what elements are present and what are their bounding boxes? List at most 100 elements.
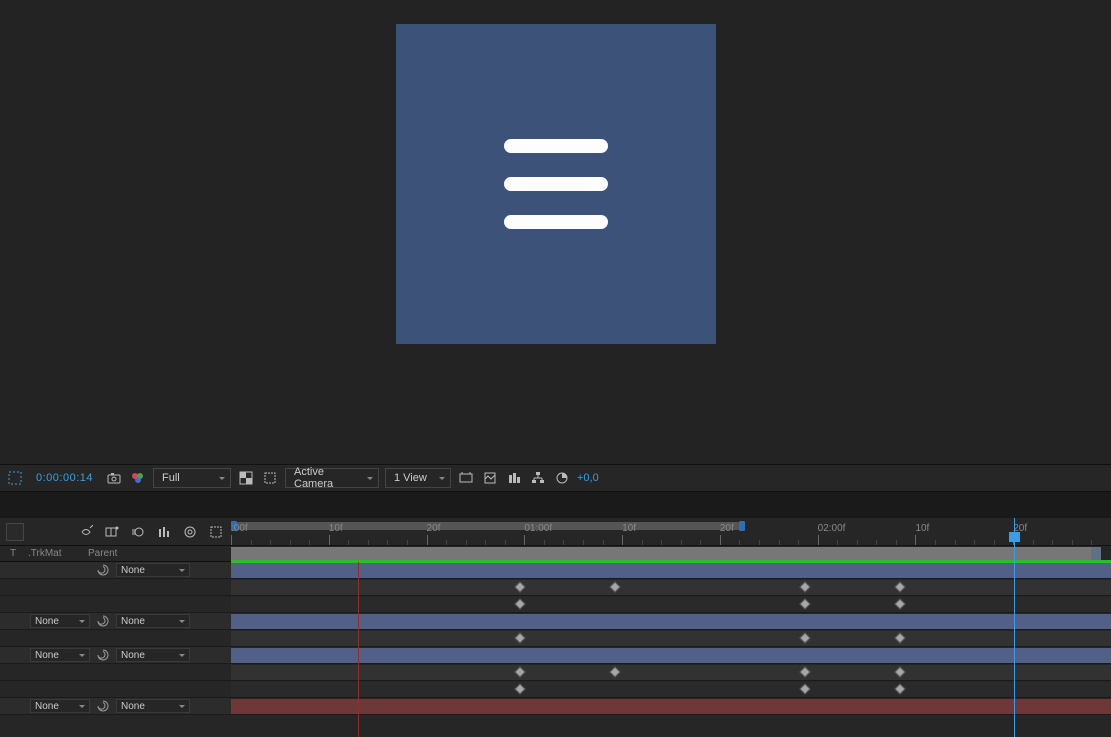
track-row[interactable] <box>231 664 1111 681</box>
shy-toggle-icon[interactable] <box>77 523 95 541</box>
track-row[interactable] <box>231 579 1111 596</box>
property-track[interactable] <box>231 580 1111 595</box>
pickwhip-icon[interactable] <box>96 648 110 662</box>
track-row[interactable] <box>231 698 1111 715</box>
views-label: 1 View <box>394 472 427 484</box>
trkmat-dropdown[interactable]: None <box>30 614 90 628</box>
fast-previews-icon[interactable] <box>505 469 523 487</box>
mask-toggle-icon[interactable] <box>261 469 279 487</box>
property-row[interactable] <box>0 630 231 647</box>
column-headers: T .TrkMat Parent <box>0 546 231 562</box>
time-ruler[interactable]: :00f10f20f01:00f10f20f02:00f10f20f03:00f <box>231 518 1111 546</box>
parent-dropdown[interactable]: None <box>116 614 190 628</box>
pixel-aspect-icon[interactable] <box>481 469 499 487</box>
grid-guides-icon[interactable] <box>457 469 475 487</box>
pickwhip-icon[interactable] <box>96 563 110 577</box>
ruler-label: 02:00f <box>818 523 846 534</box>
current-timecode[interactable]: 0:00:00:14 <box>30 472 99 484</box>
ruler-label: :00f <box>231 523 248 534</box>
property-row[interactable] <box>0 681 231 698</box>
layer-bar-red[interactable] <box>231 699 1111 714</box>
timeline-left-pane: T .TrkMat Parent NoneNoneNoneNoneNoneNon… <box>0 518 231 737</box>
comp-canvas[interactable] <box>396 24 716 344</box>
active-camera-dropdown[interactable]: Active Camera <box>285 468 379 488</box>
viewer-toolbar: 0:00:00:14 Full Active Camera 1 View +0,… <box>0 464 1111 492</box>
timeline-toolbar <box>0 518 231 546</box>
hamburger-bar-2 <box>504 177 608 191</box>
ruler-label: 10f <box>915 523 929 534</box>
property-track[interactable] <box>231 631 1111 646</box>
col-parent: Parent <box>88 548 117 559</box>
property-row[interactable] <box>0 579 231 596</box>
work-area-bar[interactable] <box>231 522 739 530</box>
camera-label: Active Camera <box>294 466 362 490</box>
layer-bar-blue[interactable] <box>231 614 1111 629</box>
ruler-label: 20f <box>427 523 441 534</box>
col-t: T <box>10 548 18 559</box>
ruler-label: 10f <box>622 523 636 534</box>
transparency-grid-icon[interactable] <box>237 469 255 487</box>
search-box-icon[interactable] <box>6 523 24 541</box>
ruler-tick: 10f <box>622 535 623 545</box>
track-row[interactable] <box>231 647 1111 664</box>
hamburger-bar-3 <box>504 215 608 229</box>
hamburger-bar-1 <box>504 139 608 153</box>
ruler-label: 10f <box>329 523 343 534</box>
draft-3d-icon[interactable] <box>207 523 225 541</box>
property-row[interactable] <box>0 596 231 613</box>
track-row[interactable] <box>231 596 1111 613</box>
panel-divider[interactable] <box>0 492 1111 518</box>
pickwhip-icon[interactable] <box>96 699 110 713</box>
layer-row[interactable]: None None <box>0 647 231 664</box>
ruler-label: 20f <box>1013 523 1027 534</box>
views-dropdown[interactable]: 1 View <box>385 468 451 488</box>
trkmat-dropdown[interactable]: None <box>30 648 90 662</box>
ruler-tick: 20f <box>720 535 721 545</box>
graph-editor-icon[interactable] <box>155 523 173 541</box>
parent-dropdown[interactable]: None <box>116 563 190 577</box>
track-row[interactable] <box>231 562 1111 579</box>
composition-preview <box>0 0 1111 464</box>
pickwhip-icon[interactable] <box>96 614 110 628</box>
frame-blend-icon[interactable] <box>103 523 121 541</box>
region-of-interest-icon[interactable] <box>6 469 24 487</box>
ruler-tick: :00f <box>231 535 232 545</box>
ruler-tick: 10f <box>329 535 330 545</box>
brainstorm-icon[interactable] <box>181 523 199 541</box>
property-row[interactable] <box>0 664 231 681</box>
layer-bar-blue[interactable] <box>231 563 1111 578</box>
parent-dropdown[interactable]: None <box>116 699 190 713</box>
motion-blur-icon[interactable] <box>129 523 147 541</box>
ruler-tick: 20f <box>1013 535 1014 545</box>
parent-dropdown[interactable]: None <box>116 648 190 662</box>
layer-row[interactable]: None <box>0 562 231 579</box>
property-track[interactable] <box>231 665 1111 680</box>
trkmat-dropdown[interactable]: None <box>30 699 90 713</box>
channel-icon[interactable] <box>129 469 147 487</box>
ruler-label: 20f <box>720 523 734 534</box>
track-row[interactable] <box>231 613 1111 630</box>
track-row[interactable] <box>231 681 1111 698</box>
resolution-label: Full <box>162 472 180 484</box>
ruler-tick: 10f <box>915 535 916 545</box>
timeline-tracks[interactable]: :00f10f20f01:00f10f20f02:00f10f20f03:00f <box>231 518 1111 737</box>
flowchart-icon[interactable] <box>529 469 547 487</box>
work-area-row[interactable] <box>231 546 1111 562</box>
ruler-tick: 20f <box>427 535 428 545</box>
ruler-tick: 02:00f <box>818 535 819 545</box>
exposure-reset-icon[interactable] <box>553 469 571 487</box>
ruler-label: 01:00f <box>524 523 552 534</box>
comp-duration-bar[interactable] <box>231 547 1091 561</box>
property-track[interactable] <box>231 682 1111 697</box>
layer-row[interactable]: None None <box>0 613 231 630</box>
snapshot-icon[interactable] <box>105 469 123 487</box>
property-track[interactable] <box>231 597 1111 612</box>
timeline-panel: T .TrkMat Parent NoneNoneNoneNoneNoneNon… <box>0 518 1111 737</box>
layer-row[interactable]: None None <box>0 698 231 715</box>
resolution-dropdown[interactable]: Full <box>153 468 231 488</box>
ruler-tick: 01:00f <box>524 535 525 545</box>
exposure-value[interactable]: +0,0 <box>577 472 599 484</box>
layer-bar-blue[interactable] <box>231 648 1111 663</box>
col-trkmat: .TrkMat <box>28 548 78 559</box>
track-row[interactable] <box>231 630 1111 647</box>
